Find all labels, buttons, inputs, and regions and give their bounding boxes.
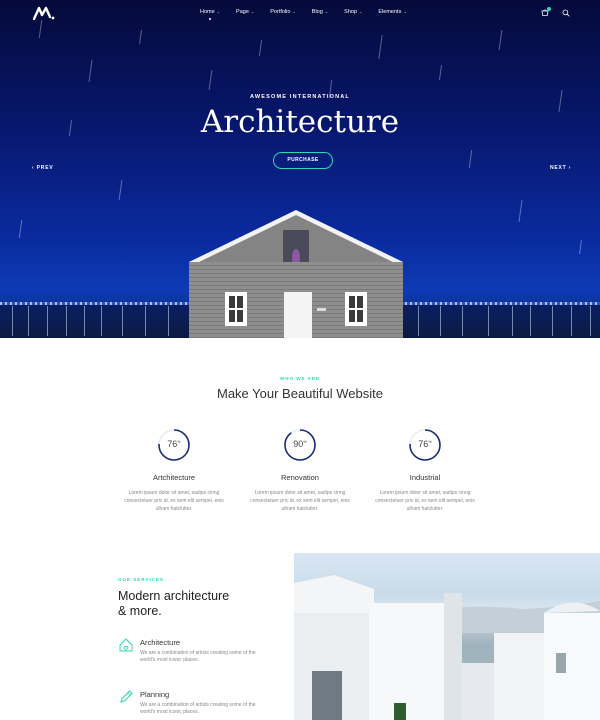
santorini-photo (294, 553, 600, 720)
service-name: Architecture (140, 638, 181, 647)
chevron-down-icon: ⌄ (292, 9, 296, 14)
feature-text: Lorem ipsum dolor sit amet, sadips cinng… (250, 490, 350, 512)
service-planning: Planning We are a combination of artists… (118, 689, 288, 720)
service-desc: We are a combination of artists creating… (140, 650, 256, 663)
chevron-down-icon: ⌄ (403, 9, 407, 14)
house-image (185, 206, 407, 338)
house-sign (317, 308, 326, 311)
service-architecture: Architecture We are a combination of art… (118, 637, 288, 669)
chevron-down-icon: ⌄ (359, 9, 363, 14)
progress-ring: 76% (408, 428, 442, 462)
feature-name: Renovation (281, 473, 319, 482)
feature-name: Artchitecture (152, 473, 196, 482)
menu-item-portfolio[interactable]: Portfolio ⌄ (270, 9, 296, 15)
progress-ring: 76% (157, 428, 191, 462)
purchase-button[interactable]: PURCHASE (273, 152, 333, 169)
chevron-down-icon: ⌄ (250, 9, 255, 14)
top-nav: Home ⌄ Page ⌄ Portfolio ⌄ Blog ⌄ Shop ⌄ Eleme… (0, 0, 600, 26)
house-door (284, 292, 312, 338)
menu-item-shop[interactable]: Shop ⌄ (344, 9, 362, 15)
window-right (345, 292, 367, 326)
menu-item-blog[interactable]: Blog ⌄ (312, 9, 328, 15)
prev-slide-button[interactable]: ‹ PREV (32, 165, 53, 171)
main-menu: Home ⌄ Page ⌄ Portfolio ⌄ Blog ⌄ Shop ⌄ Eleme… (200, 9, 423, 15)
services-eyebrow: OUR SERVICES (118, 577, 164, 582)
service-desc: We are a combination of artists creating… (140, 702, 256, 715)
service-name: Planning (140, 690, 170, 699)
feature-industrial: 76% Industrial Lorem ipsum dolor sit ame… (360, 428, 490, 513)
menu-item-home[interactable]: Home ⌄ (200, 9, 220, 15)
logo-icon[interactable] (33, 6, 55, 20)
menu-item-page[interactable]: Page ⌄ (236, 9, 254, 15)
feature-name: Industrial (409, 473, 441, 482)
pencil-icon (120, 690, 133, 703)
who-title: Make Your Beautiful Website (217, 386, 383, 401)
progress-ring: 90% (283, 428, 317, 462)
cart-badge (547, 7, 551, 11)
menu-item-elements[interactable]: Elements ⌄ (378, 9, 406, 15)
window-left (225, 292, 247, 326)
house-roof (189, 210, 403, 266)
hero-title: Architecture (200, 104, 400, 140)
house-icon (119, 638, 133, 652)
feature-architecture: 76% Artchitecture Lorem ipsum dolor sit … (109, 428, 239, 513)
hero-slider: Home ⌄ Page ⌄ Portfolio ⌄ Blog ⌄ Shop ⌄ Eleme… (0, 0, 600, 338)
next-slide-button[interactable]: NEXT › (550, 165, 571, 171)
chevron-down-icon: ⌄ (216, 9, 221, 14)
chevron-down-icon: ⌄ (324, 9, 329, 14)
services-title: Modern architecture & more. (118, 589, 230, 618)
feature-text: Lorem ipsum dolor sit amet, sadips cinng… (124, 490, 224, 512)
feature-text: Lorem ipsum dolor sit amet, sadips cinng… (375, 490, 475, 512)
who-eyebrow: WHO WE ARE (279, 376, 321, 381)
hero-eyebrow: AWESOME INTERNATIONAL (250, 94, 350, 100)
feature-renovation: 90% Renovation Lorem ipsum dolor sit ame… (235, 428, 365, 513)
search-icon[interactable] (562, 9, 570, 17)
white-buildings-illustration (294, 575, 600, 720)
